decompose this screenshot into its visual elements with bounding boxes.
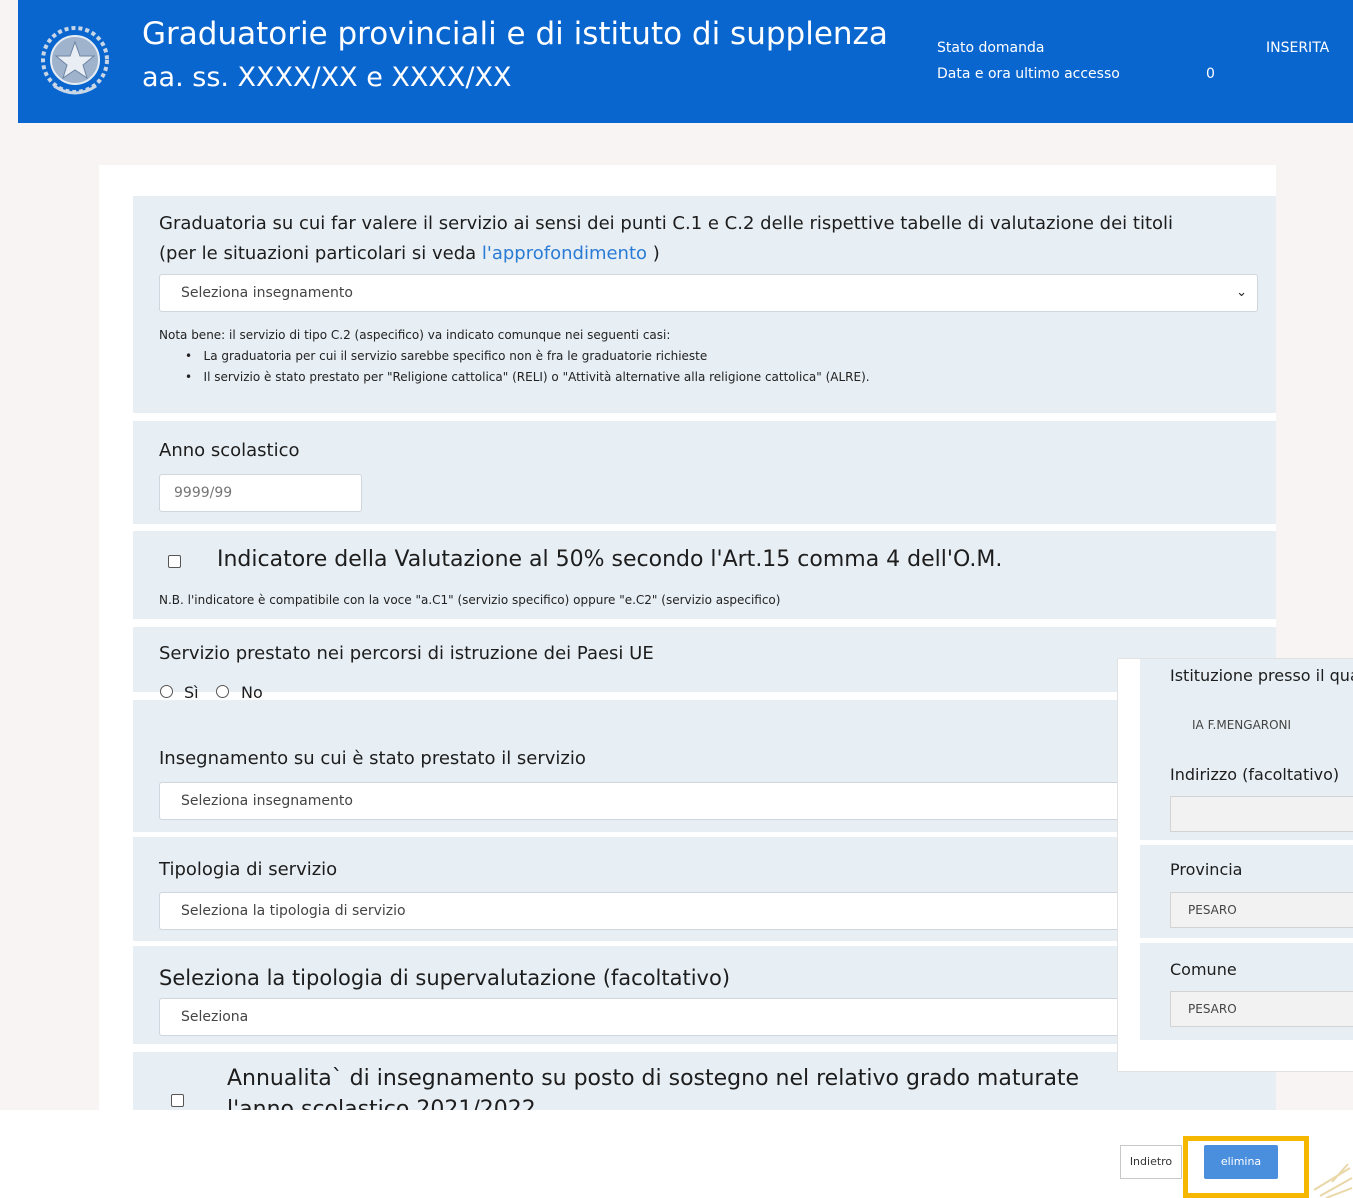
istituzione-value: IA F.MENGARONI [1192,718,1292,732]
indirizzo-label: Indirizzo (facoltativo) [1170,765,1340,784]
comune-label: Comune [1170,960,1237,979]
istituzione-label: Istituzione presso il qua [1170,666,1353,685]
supervalutazione-select[interactable]: Seleziona [159,998,1258,1036]
provincia-field[interactable]: PESARO [1170,892,1353,928]
stato-domanda-label: Stato domanda [937,40,1045,56]
nota-bene-item: • Il servizio è stato prestato per "Reli… [185,370,870,384]
indicatore-checkbox[interactable] [168,555,181,568]
supervalutazione-section: Seleziona la tipologia di supervalutazio… [133,946,1276,1044]
insegnamento-label: Insegnamento su cui è stato prestato il … [159,748,586,769]
annualita-section: Annualita` di insegnamento su posto di s… [133,1052,1276,1110]
tipologia-select-value: Seleziona la tipologia di servizio [181,903,406,919]
graduatoria-help: (per le situazioni particolari si veda l… [159,243,660,264]
nota-bene-text: Nota bene: il servizio di tipo C.2 (aspe… [159,328,671,342]
chevron-down-icon: ⌄ [1236,285,1247,300]
stato-domanda-value: INSERITA [1266,40,1330,56]
paesi-ue-label: Servizio prestato nei percorsi di istruz… [159,643,654,664]
supervalutazione-label: Seleziona la tipologia di supervalutazio… [159,966,731,990]
insegnamento-select[interactable]: Seleziona insegnamento [159,782,1258,820]
nota-bene-item: • La graduatoria per cui il servizio sar… [185,349,708,363]
ultimo-accesso-value: 0 [1206,66,1215,82]
indirizzo-input[interactable] [1170,796,1353,832]
ultimo-accesso-label: Data e ora ultimo accesso [937,66,1120,82]
app-header: Graduatorie provinciali e di istituto di… [18,0,1353,123]
anno-scolastico-label: Anno scolastico [159,440,300,461]
indirizzo-section: Indirizzo (facoltativo) [1140,744,1353,840]
insegnamento-select-value: Seleziona insegnamento [181,793,353,809]
nota-bene-item-text: La graduatoria per cui il servizio sareb… [203,349,708,363]
tipologia-select[interactable]: Seleziona la tipologia di servizio [159,892,1258,930]
supervalutazione-select-value: Seleziona [181,1009,249,1025]
nota-bene-item-text: Il servizio è stato prestato per "Religi… [203,370,870,384]
annualita-label: Annualita` di insegnamento su posto di s… [227,1066,1080,1091]
anno-scolastico-section: Anno scolastico [133,421,1276,524]
radio-no[interactable] [216,685,229,698]
back-button[interactable]: Indietro [1120,1145,1182,1179]
graduatoria-select[interactable]: Seleziona insegnamento ⌄ [159,274,1258,312]
indicatore-section: Indicatore della Valutazione al 50% seco… [133,531,1276,619]
graduatoria-section: Graduatoria su cui far valere il servizi… [133,196,1276,413]
comune-section: Comune PESARO [1140,943,1353,1040]
school-details-panel: Istituzione presso il qua IA F.MENGARONI… [1117,658,1353,1072]
tipologia-label: Tipologia di servizio [159,859,338,880]
graduatoria-help-suffix: ) [647,243,660,264]
graduatoria-help-prefix: (per le situazioni particolari si veda [159,243,482,264]
annualita-checkbox[interactable] [171,1094,184,1107]
graduatoria-label: Graduatoria su cui far valere il servizi… [159,213,1174,234]
annualita-label-line2: l'anno scolastico 2021/2022 [227,1097,536,1110]
comune-field[interactable]: PESARO [1170,991,1353,1027]
graduatoria-select-value: Seleziona insegnamento [181,285,353,301]
provincia-label: Provincia [1170,860,1243,879]
insegnamento-section: Insegnamento su cui è stato prestato il … [133,700,1276,832]
emblem-icon [41,26,109,95]
delete-button[interactable]: elimina [1204,1145,1278,1179]
service-form-card: Graduatoria su cui far valere il servizi… [99,165,1276,1110]
approfondimento-link[interactable]: l'approfondimento [482,243,647,264]
indicatore-note: N.B. l'indicatore è compatibile con la v… [159,593,781,607]
radio-si[interactable] [160,685,173,698]
paesi-ue-section: Servizio prestato nei percorsi di istruz… [133,627,1276,702]
tipologia-section: Tipologia di servizio Seleziona la tipol… [133,837,1276,941]
anno-scolastico-input[interactable] [159,474,362,512]
provincia-section: Provincia PESARO [1140,845,1353,938]
page-title: Graduatorie provinciali e di istituto di… [142,16,888,52]
page-subtitle: aa. ss. XXXX/XX e XXXX/XX [142,62,512,93]
istituzione-section: Istituzione presso il qua [1140,659,1353,706]
indicatore-label: Indicatore della Valutazione al 50% seco… [217,547,1003,572]
decorative-scribble-icon [1313,1163,1353,1198]
